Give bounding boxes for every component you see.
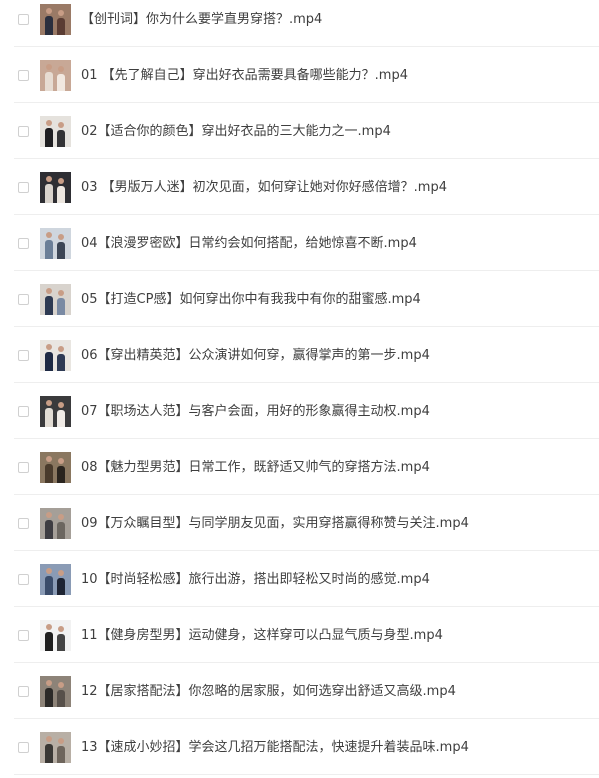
video-thumbnail [40,339,71,371]
file-name[interactable]: 11【健身房型男】运动健身，这样穿可以凸显气质与身型.mp4 [81,627,443,645]
row-divider [14,662,599,663]
file-checkbox[interactable] [18,461,29,473]
file-checkbox[interactable] [18,13,29,25]
file-checkbox[interactable] [18,741,29,753]
video-thumbnail [40,395,71,427]
file-row[interactable]: 10【时尚轻松感】旅行出游，搭出即轻松又时尚的感觉.mp4 [0,552,599,607]
row-divider [14,158,599,159]
file-name[interactable]: 09【万众瞩目型】与同学朋友见面，实用穿搭赢得称赞与关注.mp4 [81,515,469,533]
row-divider [14,494,599,495]
row-divider [14,774,599,775]
row-divider [14,326,599,327]
file-row[interactable]: 06【穿出精英范】公众演讲如何穿，赢得掌声的第一步.mp4 [0,328,599,383]
file-name[interactable]: 10【时尚轻松感】旅行出游，搭出即轻松又时尚的感觉.mp4 [81,571,430,589]
file-name[interactable]: 06【穿出精英范】公众演讲如何穿，赢得掌声的第一步.mp4 [81,347,430,365]
file-checkbox[interactable] [18,517,29,529]
row-divider [14,214,599,215]
file-row[interactable]: 08【魅力型男范】日常工作，既舒适又帅气的穿搭方法.mp4 [0,440,599,495]
video-thumbnail [40,171,71,203]
video-thumbnail [40,3,71,35]
file-row[interactable]: 13【速成小妙招】学会这几招万能搭配法，快速提升着装品味.mp4 [0,720,599,775]
file-name[interactable]: 【创刊词】你为什么要学直男穿搭？.mp4 [81,11,322,29]
file-checkbox[interactable] [18,293,29,305]
file-row[interactable]: 05【打造CP感】如何穿出你中有我我中有你的甜蜜感.mp4 [0,272,599,327]
video-thumbnail [40,283,71,315]
file-row[interactable]: 03 【男版万人迷】初次见面，如何穿让她对你好感倍增？.mp4 [0,160,599,215]
video-thumbnail [40,59,71,91]
video-thumbnail [40,619,71,651]
video-thumbnail [40,731,71,763]
file-checkbox[interactable] [18,349,29,361]
row-divider [14,102,599,103]
video-thumbnail [40,563,71,595]
file-row[interactable]: 04【浪漫罗密欧】日常约会如何搭配，给她惊喜不断.mp4 [0,216,599,271]
file-row[interactable]: 12【居家搭配法】你忽略的居家服，如何选穿出舒适又高级.mp4 [0,664,599,719]
file-name[interactable]: 13【速成小妙招】学会这几招万能搭配法，快速提升着装品味.mp4 [81,739,469,757]
file-checkbox[interactable] [18,629,29,641]
file-name[interactable]: 01 【先了解自己】穿出好衣品需要具备哪些能力？.mp4 [81,67,408,85]
file-checkbox[interactable] [18,237,29,249]
file-checkbox[interactable] [18,685,29,697]
file-name[interactable]: 08【魅力型男范】日常工作，既舒适又帅气的穿搭方法.mp4 [81,459,430,477]
file-checkbox[interactable] [18,405,29,417]
file-row[interactable]: 【创刊词】你为什么要学直男穿搭？.mp4 [0,0,599,47]
file-row[interactable]: 09【万众瞩目型】与同学朋友见面，实用穿搭赢得称赞与关注.mp4 [0,496,599,551]
file-row[interactable]: 07【职场达人范】与客户会面，用好的形象赢得主动权.mp4 [0,384,599,439]
file-name[interactable]: 04【浪漫罗密欧】日常约会如何搭配，给她惊喜不断.mp4 [81,235,417,253]
file-checkbox[interactable] [18,125,29,137]
row-divider [14,606,599,607]
file-row[interactable]: 01 【先了解自己】穿出好衣品需要具备哪些能力？.mp4 [0,48,599,103]
file-row[interactable]: 11【健身房型男】运动健身，这样穿可以凸显气质与身型.mp4 [0,608,599,663]
file-name[interactable]: 02【适合你的颜色】穿出好衣品的三大能力之一.mp4 [81,123,391,141]
file-name[interactable]: 05【打造CP感】如何穿出你中有我我中有你的甜蜜感.mp4 [81,291,421,309]
video-thumbnail [40,451,71,483]
row-divider [14,718,599,719]
video-thumbnail [40,675,71,707]
row-divider [14,270,599,271]
video-thumbnail [40,227,71,259]
file-name[interactable]: 07【职场达人范】与客户会面，用好的形象赢得主动权.mp4 [81,403,430,421]
file-checkbox[interactable] [18,573,29,585]
row-divider [14,382,599,383]
file-checkbox[interactable] [18,181,29,193]
row-divider [14,46,599,47]
file-row[interactable]: 02【适合你的颜色】穿出好衣品的三大能力之一.mp4 [0,104,599,159]
file-name[interactable]: 12【居家搭配法】你忽略的居家服，如何选穿出舒适又高级.mp4 [81,683,456,701]
video-thumbnail [40,507,71,539]
file-checkbox[interactable] [18,69,29,81]
video-thumbnail [40,115,71,147]
row-divider [14,438,599,439]
file-name[interactable]: 03 【男版万人迷】初次见面，如何穿让她对你好感倍增？.mp4 [81,179,447,197]
row-divider [14,550,599,551]
